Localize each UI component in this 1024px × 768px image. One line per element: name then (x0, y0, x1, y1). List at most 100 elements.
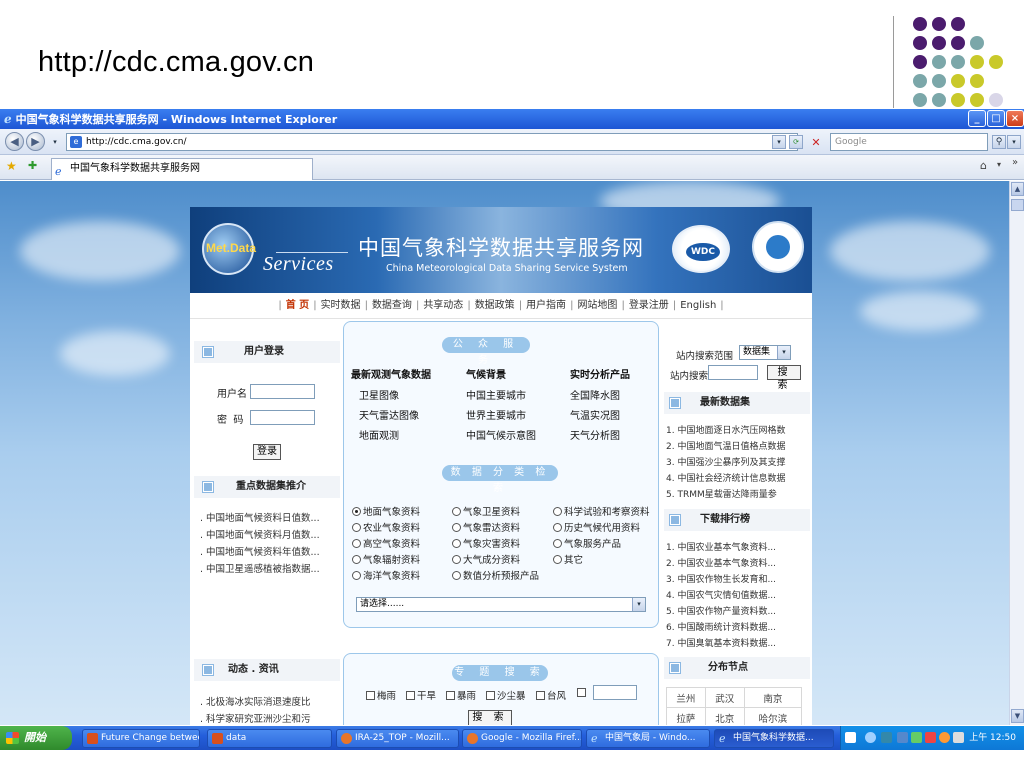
list-item[interactable]: 5. 中国农作物产量资料数... (666, 604, 776, 620)
tray-arrow-icon[interactable] (865, 732, 876, 743)
list-item[interactable]: 5. TRMM星载雷达降雨量参 (666, 487, 785, 503)
node-link[interactable]: 南京 (743, 687, 803, 708)
nav-home[interactable]: 首 页 (286, 300, 309, 311)
link-weather-map[interactable]: 天气分析图 (570, 427, 620, 442)
forward-button[interactable]: ▶ (26, 132, 45, 151)
nav-query[interactable]: 数据查询 (372, 300, 412, 311)
site-search-button[interactable]: 搜 索 (767, 365, 801, 391)
scope-select[interactable]: 数据集 ▾ (739, 345, 791, 360)
favorites-star-icon[interactable]: ★ (6, 159, 17, 173)
history-dropdown-icon[interactable]: ▾ (48, 135, 62, 149)
check-rainstorm[interactable]: 暴雨 (446, 688, 476, 702)
node-link[interactable]: 拉萨 (666, 707, 706, 725)
security-icon[interactable] (925, 732, 936, 743)
password-input[interactable] (250, 410, 315, 425)
list-item[interactable]: 1. 中国农业基本气象资料... (666, 540, 776, 556)
check-sandstorm[interactable]: 沙尘暴 (486, 688, 526, 702)
site-search-input[interactable] (708, 365, 758, 380)
radio-service[interactable]: 气象服务产品 (553, 536, 621, 550)
node-link[interactable]: 武汉 (704, 687, 745, 708)
vertical-scrollbar[interactable]: ▲ ▼ (1009, 181, 1024, 725)
check-meiyu[interactable]: 梅雨 (366, 688, 396, 702)
task-ie-cma[interactable]: ℯ 中国气象局 - Windo... (586, 729, 710, 748)
nav-realtime[interactable]: 实时数据 (321, 300, 361, 311)
task-firefox-2[interactable]: Google - Mozilla Firef... (462, 729, 582, 748)
check-custom[interactable] (577, 688, 588, 699)
list-item[interactable]: . 中国地面气候资料月值数... (200, 527, 320, 544)
network-icon[interactable] (881, 732, 892, 743)
radio-upper-air[interactable]: 高空气象资料 (352, 536, 420, 550)
home-icon[interactable]: ⌂ (980, 159, 987, 172)
home-dropdown-icon[interactable]: ▾ (997, 160, 1001, 169)
list-item[interactable]: . 北极海冰实际消退速度比 (200, 694, 311, 711)
cma-emblem[interactable] (752, 221, 804, 273)
task-ie-cdc[interactable]: ℯ 中国气象科学数据... (714, 729, 834, 748)
node-link[interactable]: 北京 (704, 707, 745, 725)
username-input[interactable] (250, 384, 315, 399)
add-favorite-icon[interactable]: ✚ (28, 159, 37, 172)
radio-composition[interactable]: 大气成分资料 (452, 552, 520, 566)
list-item[interactable]: 7. 中国臭氧基本资料数据... (666, 636, 776, 652)
minimize-button[interactable]: _ (968, 110, 986, 127)
search-options-icon[interactable]: ▾ (1007, 135, 1021, 149)
ime-icon[interactable] (845, 732, 856, 743)
more-tools-icon[interactable]: » (1012, 157, 1018, 168)
topic-custom-input[interactable] (593, 685, 637, 700)
check-drought[interactable]: 干旱 (406, 688, 436, 702)
search-icon[interactable]: ⚲ (992, 135, 1006, 149)
list-item[interactable]: 3. 中国农作物生长发育和... (666, 572, 776, 588)
radio-marine[interactable]: 海洋气象资料 (352, 568, 420, 582)
met-data-logo[interactable]: Met.Data (202, 223, 256, 275)
node-link[interactable]: 哈尔滨 (743, 707, 803, 725)
list-item[interactable]: 3. 中国强沙尘暴序列及其支撑 (666, 455, 785, 471)
list-item[interactable]: 2. 中国地面气温日值格点数据 (666, 439, 785, 455)
task-firefox-1[interactable]: IRA-25_TOP - Mozill... (336, 729, 459, 748)
link-surface[interactable]: 地面观测 (359, 427, 399, 442)
nav-sitemap[interactable]: 网站地图 (577, 300, 617, 311)
close-button[interactable]: × (1006, 110, 1024, 127)
task-data[interactable]: data (207, 729, 332, 748)
list-item[interactable]: 1. 中国地面逐日水汽压网格数 (666, 423, 785, 439)
maximize-button[interactable]: □ (987, 110, 1005, 127)
link-climate-map[interactable]: 中国气候示意图 (466, 427, 536, 442)
radio-disaster[interactable]: 气象灾害资料 (452, 536, 520, 550)
check-typhoon[interactable]: 台风 (536, 688, 566, 702)
radio-experiment[interactable]: 科学试验和考察资料 (553, 504, 650, 518)
link-satellite[interactable]: 卫星图像 (359, 387, 399, 402)
list-item[interactable]: . 中国地面气候资料年值数... (200, 544, 320, 561)
link-radar[interactable]: 天气雷达图像 (359, 407, 419, 422)
list-item[interactable]: 6. 中国酸雨统计资料数据... (666, 620, 776, 636)
wdc-logo[interactable]: WDC (672, 225, 730, 273)
scroll-down-icon[interactable]: ▼ (1011, 709, 1024, 723)
task-ppt[interactable]: Future Change betwee... (82, 729, 200, 748)
nav-dynamics[interactable]: 共享动态 (423, 300, 463, 311)
node-link[interactable]: 兰州 (666, 687, 706, 708)
radio-satellite[interactable]: 气象卫星资料 (452, 504, 520, 518)
tab-current[interactable]: ℯ 中国气象科学数据共享服务网 (51, 158, 313, 180)
link-precip-map[interactable]: 全国降水图 (570, 387, 620, 402)
link-china-cities[interactable]: 中国主要城市 (466, 387, 526, 402)
nav-register[interactable]: 登录注册 (629, 300, 669, 311)
radio-radiation[interactable]: 气象辐射资料 (352, 552, 420, 566)
scroll-up-icon[interactable]: ▲ (1011, 182, 1024, 196)
wifi-icon[interactable] (953, 732, 964, 743)
radio-nwp[interactable]: 数值分析预报产品 (452, 568, 539, 582)
radio-surface[interactable]: 地面气象资料 (352, 504, 420, 518)
search-input[interactable]: Google (830, 133, 988, 151)
link-world-cities[interactable]: 世界主要城市 (466, 407, 526, 422)
radio-proxy[interactable]: 历史气候代用资料 (553, 520, 640, 534)
list-item[interactable]: . 中国卫星遥感植被指数据... (200, 561, 320, 578)
back-button[interactable]: ◀ (5, 132, 24, 151)
list-item[interactable]: 4. 中国社会经济统计信息数据 (666, 471, 785, 487)
category-select[interactable]: 请选择...... ▾ (356, 597, 646, 612)
antivirus-icon[interactable] (911, 732, 922, 743)
nav-guide[interactable]: 用户指南 (526, 300, 566, 311)
list-item[interactable]: 4. 中国农气灾情旬值数据... (666, 588, 776, 604)
start-button[interactable]: 開始 (0, 726, 72, 750)
scroll-thumb[interactable] (1011, 199, 1024, 211)
address-dropdown-icon[interactable]: ▾ (772, 135, 786, 149)
list-item[interactable]: 2. 中国农业基本气象资料... (666, 556, 776, 572)
topic-search-button[interactable]: 搜 索 (468, 710, 512, 725)
refresh-icon[interactable]: ⟳ (789, 135, 803, 149)
radio-radar[interactable]: 气象雷达资料 (452, 520, 520, 534)
